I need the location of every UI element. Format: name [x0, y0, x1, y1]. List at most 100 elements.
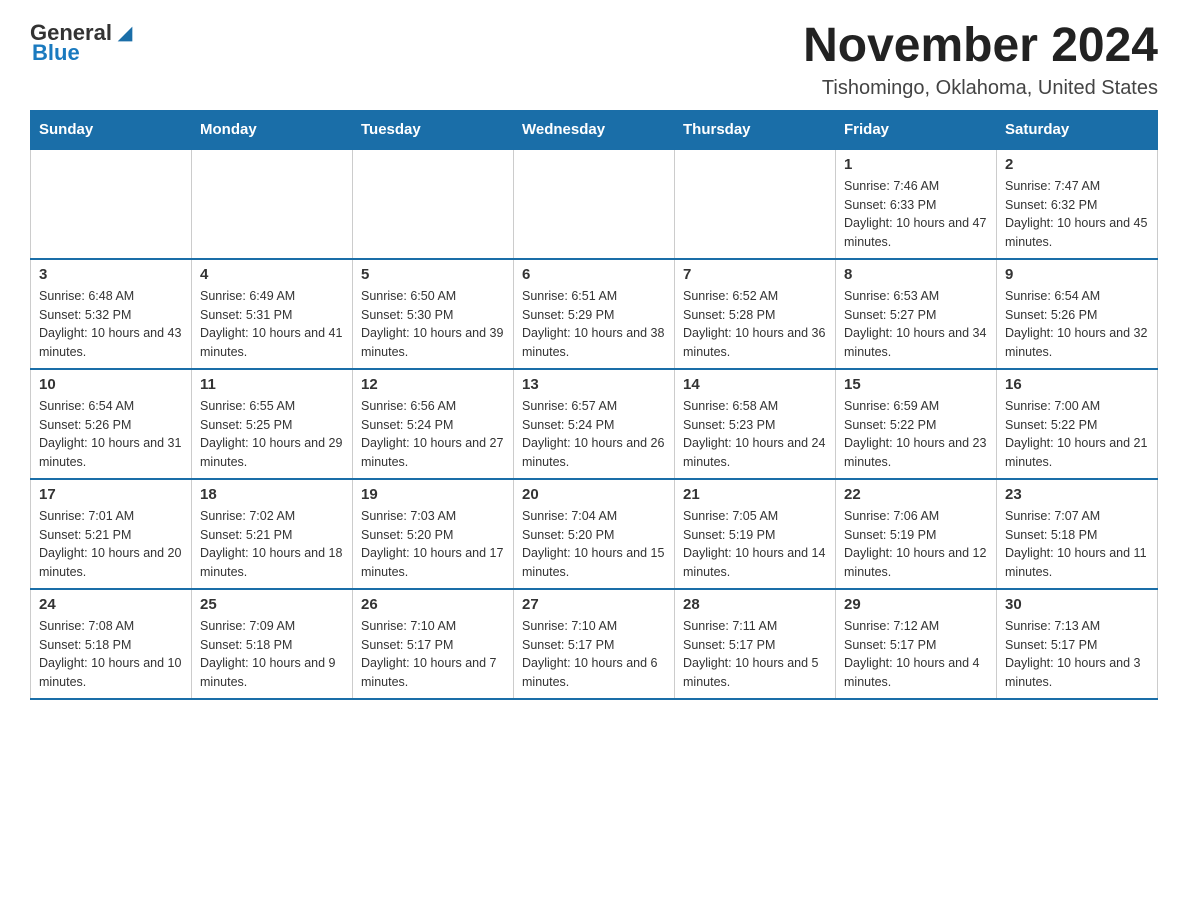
calendar-day-cell: 25Sunrise: 7:09 AMSunset: 5:18 PMDayligh…	[192, 589, 353, 699]
day-info: Sunrise: 6:53 AMSunset: 5:27 PMDaylight:…	[844, 287, 988, 362]
day-info: Sunrise: 7:47 AMSunset: 6:32 PMDaylight:…	[1005, 177, 1149, 252]
calendar-day-cell: 12 Sunrise: 6:56 AMSunset: 5:24 PMDayligh…	[353, 369, 514, 479]
day-info: Sunrise: 7:08 AMSunset: 5:18 PMDaylight:…	[39, 617, 183, 692]
day-info: Sunrise: 6:56 AMSunset: 5:24 PMDaylight:…	[361, 397, 505, 472]
logo: General Blue	[30, 20, 136, 66]
day-number: 22	[844, 486, 988, 503]
day-number: 13	[522, 376, 666, 393]
day-info: Sunrise: 7:01 AMSunset: 5:21 PMDaylight:…	[39, 507, 183, 582]
day-info: Sunrise: 7:11 AMSunset: 5:17 PMDaylight:…	[683, 617, 827, 692]
calendar-day-cell: 20Sunrise: 7:04 AMSunset: 5:20 PMDayligh…	[514, 479, 675, 589]
day-info: Sunrise: 6:50 AMSunset: 5:30 PMDaylight:…	[361, 287, 505, 362]
day-number: 29	[844, 596, 988, 613]
day-number: 17	[39, 486, 183, 503]
day-info: Sunrise: 7:13 AMSunset: 5:17 PMDaylight:…	[1005, 617, 1149, 692]
day-info: Sunrise: 6:52 AMSunset: 5:28 PMDaylight:…	[683, 287, 827, 362]
weekday-header-monday: Monday	[192, 110, 353, 149]
weekday-header-saturday: Saturday	[997, 110, 1158, 149]
calendar-day-cell: 23 Sunrise: 7:07 AMSunset: 5:18 PMDayligh…	[997, 479, 1158, 589]
calendar-day-cell: 13 Sunrise: 6:57 AMSunset: 5:24 PMDayligh…	[514, 369, 675, 479]
calendar-week-row: 24 Sunrise: 7:08 AMSunset: 5:18 PMDayligh…	[31, 589, 1158, 699]
calendar-day-cell	[514, 149, 675, 259]
day-info: Sunrise: 6:51 AMSunset: 5:29 PMDaylight:…	[522, 287, 666, 362]
day-number: 3	[39, 266, 183, 283]
day-number: 18	[200, 486, 344, 503]
day-number: 26	[361, 596, 505, 613]
month-title: November 2024	[803, 20, 1158, 73]
day-info: Sunrise: 6:49 AMSunset: 5:31 PMDaylight:…	[200, 287, 344, 362]
day-info: Sunrise: 7:00 AMSunset: 5:22 PMDaylight:…	[1005, 397, 1149, 472]
day-info: Sunrise: 6:59 AMSunset: 5:22 PMDaylight:…	[844, 397, 988, 472]
calendar-day-cell: 21Sunrise: 7:05 AMSunset: 5:19 PMDayligh…	[675, 479, 836, 589]
calendar-day-cell: 4 Sunrise: 6:49 AMSunset: 5:31 PMDaylight…	[192, 259, 353, 369]
calendar-day-cell: 10Sunrise: 6:54 AMSunset: 5:26 PMDayligh…	[31, 369, 192, 479]
day-number: 5	[361, 266, 505, 283]
calendar-day-cell: 7 Sunrise: 6:52 AMSunset: 5:28 PMDaylight…	[675, 259, 836, 369]
day-number: 27	[522, 596, 666, 613]
calendar-day-cell	[675, 149, 836, 259]
day-info: Sunrise: 7:10 AMSunset: 5:17 PMDaylight:…	[361, 617, 505, 692]
calendar-day-cell: 24 Sunrise: 7:08 AMSunset: 5:18 PMDayligh…	[31, 589, 192, 699]
day-number: 30	[1005, 596, 1149, 613]
calendar-day-cell: 6 Sunrise: 6:51 AMSunset: 5:29 PMDaylight…	[514, 259, 675, 369]
day-info: Sunrise: 7:07 AMSunset: 5:18 PMDaylight:…	[1005, 507, 1149, 582]
day-number: 6	[522, 266, 666, 283]
title-block: November 2024 Tishomingo, Oklahoma, Unit…	[803, 20, 1158, 100]
day-info: Sunrise: 7:10 AMSunset: 5:17 PMDaylight:…	[522, 617, 666, 692]
day-info: Sunrise: 6:48 AMSunset: 5:32 PMDaylight:…	[39, 287, 183, 362]
calendar-day-cell	[192, 149, 353, 259]
calendar-day-cell: 1Sunrise: 7:46 AMSunset: 6:33 PMDaylight…	[836, 149, 997, 259]
weekday-header-row: SundayMondayTuesdayWednesdayThursdayFrid…	[31, 110, 1158, 149]
weekday-header-sunday: Sunday	[31, 110, 192, 149]
day-info: Sunrise: 6:55 AMSunset: 5:25 PMDaylight:…	[200, 397, 344, 472]
day-info: Sunrise: 6:58 AMSunset: 5:23 PMDaylight:…	[683, 397, 827, 472]
location-subtitle: Tishomingo, Oklahoma, United States	[803, 77, 1158, 100]
day-number: 7	[683, 266, 827, 283]
calendar-week-row: 3 Sunrise: 6:48 AMSunset: 5:32 PMDaylight…	[31, 259, 1158, 369]
calendar-day-cell: 22 Sunrise: 7:06 AMSunset: 5:19 PMDayligh…	[836, 479, 997, 589]
calendar-week-row: 17 Sunrise: 7:01 AMSunset: 5:21 PMDayligh…	[31, 479, 1158, 589]
day-number: 24	[39, 596, 183, 613]
day-info: Sunrise: 7:06 AMSunset: 5:19 PMDaylight:…	[844, 507, 988, 582]
day-number: 8	[844, 266, 988, 283]
day-number: 1	[844, 156, 988, 173]
calendar-week-row: 1Sunrise: 7:46 AMSunset: 6:33 PMDaylight…	[31, 149, 1158, 259]
calendar-day-cell: 14 Sunrise: 6:58 AMSunset: 5:23 PMDayligh…	[675, 369, 836, 479]
day-number: 12	[361, 376, 505, 393]
day-number: 21	[683, 486, 827, 503]
calendar-day-cell: 9 Sunrise: 6:54 AMSunset: 5:26 PMDaylight…	[997, 259, 1158, 369]
calendar-day-cell: 5 Sunrise: 6:50 AMSunset: 5:30 PMDaylight…	[353, 259, 514, 369]
logo-triangle-icon	[114, 23, 136, 45]
logo-text-blue: Blue	[32, 40, 80, 66]
day-number: 14	[683, 376, 827, 393]
page-header: General Blue November 2024 Tishomingo, O…	[30, 20, 1158, 100]
calendar-day-cell: 19Sunrise: 7:03 AMSunset: 5:20 PMDayligh…	[353, 479, 514, 589]
day-number: 4	[200, 266, 344, 283]
day-number: 11	[200, 376, 344, 393]
calendar-day-cell: 3 Sunrise: 6:48 AMSunset: 5:32 PMDaylight…	[31, 259, 192, 369]
weekday-header-thursday: Thursday	[675, 110, 836, 149]
calendar-day-cell: 18 Sunrise: 7:02 AMSunset: 5:21 PMDayligh…	[192, 479, 353, 589]
day-number: 10	[39, 376, 183, 393]
day-info: Sunrise: 7:04 AMSunset: 5:20 PMDaylight:…	[522, 507, 666, 582]
day-info: Sunrise: 6:57 AMSunset: 5:24 PMDaylight:…	[522, 397, 666, 472]
calendar-day-cell: 15 Sunrise: 6:59 AMSunset: 5:22 PMDayligh…	[836, 369, 997, 479]
day-number: 2	[1005, 156, 1149, 173]
day-number: 19	[361, 486, 505, 503]
day-number: 23	[1005, 486, 1149, 503]
calendar-day-cell: 8 Sunrise: 6:53 AMSunset: 5:27 PMDaylight…	[836, 259, 997, 369]
day-number: 15	[844, 376, 988, 393]
calendar-day-cell: 17 Sunrise: 7:01 AMSunset: 5:21 PMDayligh…	[31, 479, 192, 589]
weekday-header-wednesday: Wednesday	[514, 110, 675, 149]
calendar-day-cell: 16Sunrise: 7:00 AMSunset: 5:22 PMDayligh…	[997, 369, 1158, 479]
day-info: Sunrise: 6:54 AMSunset: 5:26 PMDaylight:…	[1005, 287, 1149, 362]
calendar-day-cell: 30 Sunrise: 7:13 AMSunset: 5:17 PMDayligh…	[997, 589, 1158, 699]
day-number: 28	[683, 596, 827, 613]
calendar-week-row: 10Sunrise: 6:54 AMSunset: 5:26 PMDayligh…	[31, 369, 1158, 479]
day-info: Sunrise: 7:02 AMSunset: 5:21 PMDaylight:…	[200, 507, 344, 582]
day-number: 9	[1005, 266, 1149, 283]
weekday-header-friday: Friday	[836, 110, 997, 149]
day-info: Sunrise: 7:09 AMSunset: 5:18 PMDaylight:…	[200, 617, 344, 692]
calendar-day-cell: 28 Sunrise: 7:11 AMSunset: 5:17 PMDayligh…	[675, 589, 836, 699]
weekday-header-tuesday: Tuesday	[353, 110, 514, 149]
